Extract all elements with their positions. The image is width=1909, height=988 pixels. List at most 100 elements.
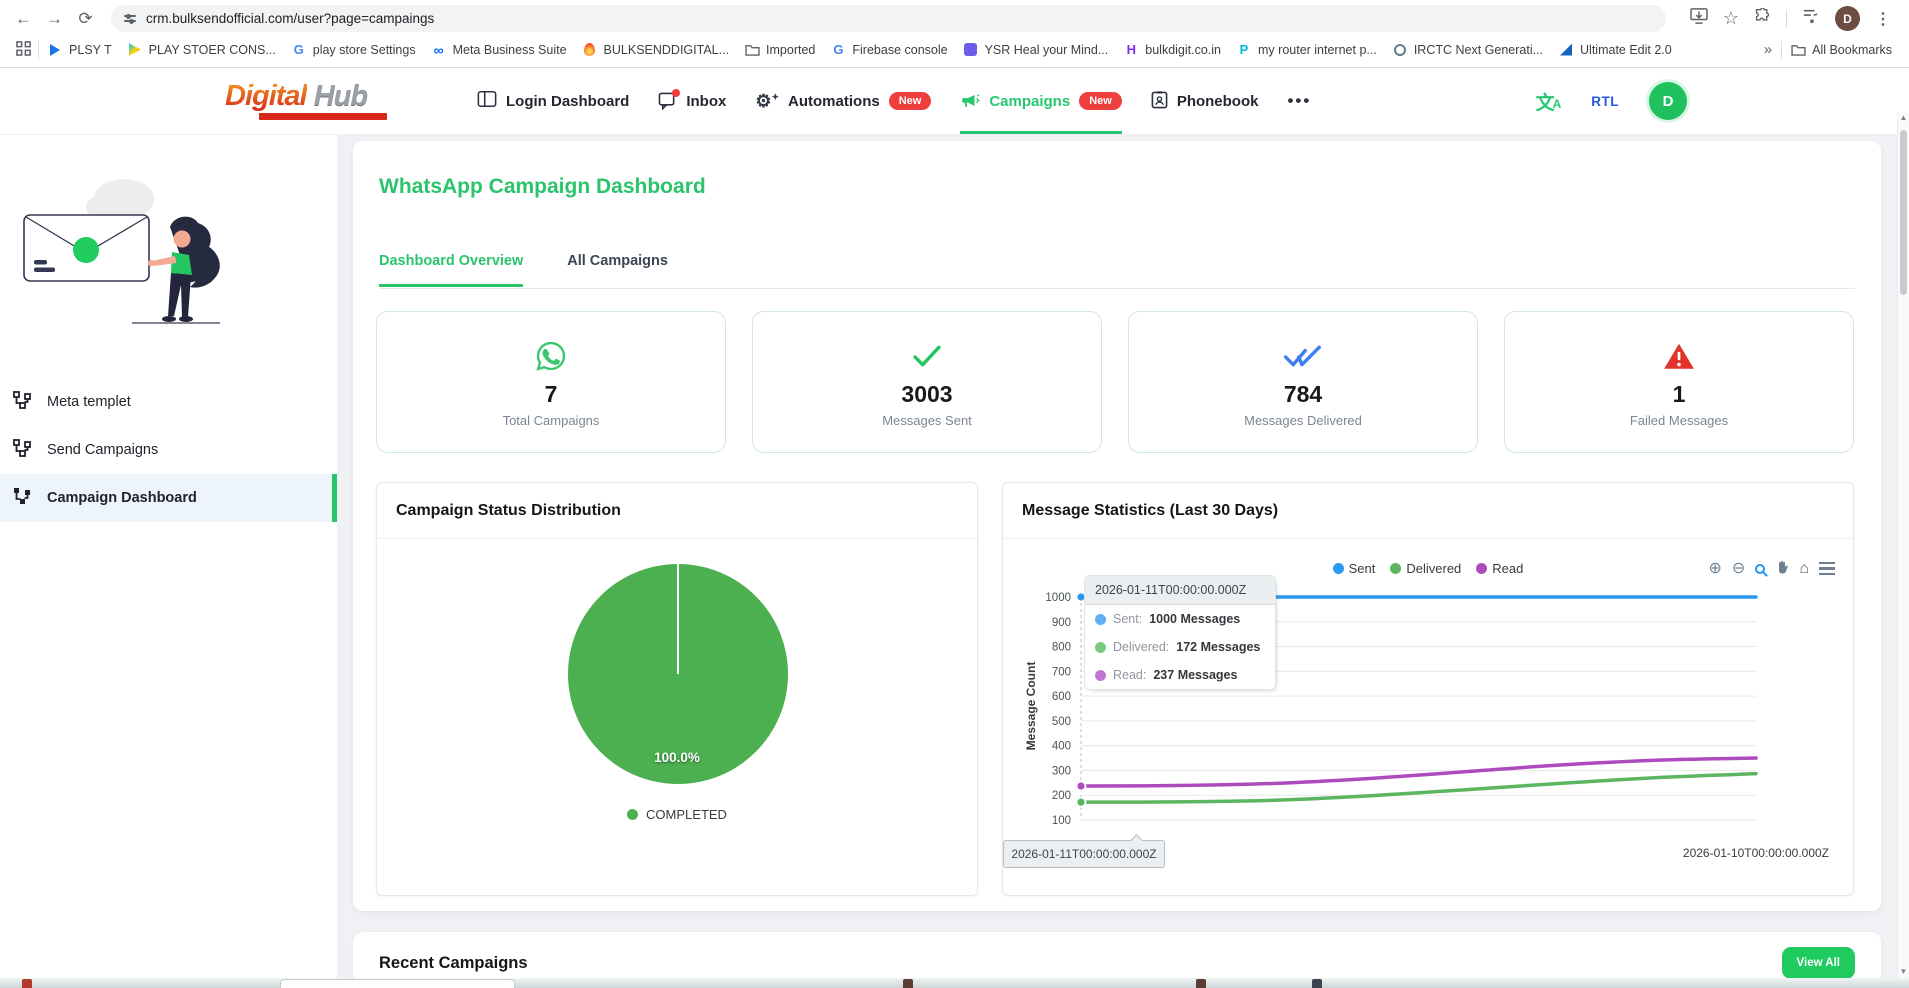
bookmark-star-icon[interactable]: ☆ xyxy=(1723,8,1739,29)
warning-icon xyxy=(1662,336,1696,376)
chart-toolbar: ⊕ ⊖ ⌂ xyxy=(1709,559,1835,578)
forward-icon[interactable]: → xyxy=(41,5,68,32)
dashboard-card: WhatsApp Campaign Dashboard Dashboard Ov… xyxy=(353,141,1881,911)
bookmark-item[interactable]: Gplay store Settings xyxy=(284,39,423,61)
sidebar-item-send-campaigns[interactable]: Send Campaigns xyxy=(0,426,337,474)
bookmark-item[interactable]: YSR Heal your Mind... xyxy=(956,39,1116,61)
pan-icon[interactable] xyxy=(1775,559,1789,578)
zoom-in-icon[interactable]: ⊕ xyxy=(1709,560,1722,577)
bookmark-item[interactable]: Hbulkdigit.co.in xyxy=(1116,39,1228,61)
inbox-icon xyxy=(658,89,681,110)
tab-all-campaigns[interactable]: All Campaigns xyxy=(567,253,668,287)
reload-icon[interactable]: ⟳ xyxy=(72,5,99,32)
zoom-out-icon[interactable]: ⊖ xyxy=(1732,560,1745,577)
taskbar-icon[interactable] xyxy=(1196,979,1206,988)
contact-card-icon xyxy=(1151,90,1168,113)
screen: ← → ⟳ crm.bulksendofficial.com/user?page… xyxy=(0,0,1909,988)
sitemap-icon xyxy=(12,390,32,414)
line-panel-title: Message Statistics (Last 30 Days) xyxy=(1003,483,1853,539)
view-all-button[interactable]: View All xyxy=(1781,947,1855,979)
header-controls: 文A RTL D xyxy=(1536,82,1687,120)
bookmark-item[interactable]: ∞ Meta Business Suite xyxy=(424,39,574,61)
chart-menu-icon[interactable] xyxy=(1819,561,1835,576)
bookmarks-overflow-chevron[interactable]: » xyxy=(1756,41,1780,58)
nav-login-dashboard[interactable]: Login Dashboard xyxy=(477,68,629,134)
nav-inbox[interactable]: Inbox xyxy=(658,68,726,134)
sidebar-menu: Meta templet Send Campaigns Campaign Das… xyxy=(0,378,337,522)
nav-phonebook[interactable]: Phonebook xyxy=(1151,68,1258,134)
svg-text:100: 100 xyxy=(1052,815,1071,827)
scroll-down-arrow[interactable]: ▼ xyxy=(1900,968,1908,976)
bookmark-item[interactable]: Pmy router internet p... xyxy=(1229,39,1384,61)
site-info-icon[interactable] xyxy=(124,13,136,24)
url-text: crm.bulksendofficial.com/user?page=campa… xyxy=(146,11,435,26)
new-badge: New xyxy=(1079,92,1122,110)
chart-tooltip: 2026-01-11T00:00:00.000Z Sent: 1000 Mess… xyxy=(1084,575,1276,690)
rtl-toggle[interactable]: RTL xyxy=(1591,94,1619,109)
nav-campaigns[interactable]: Campaigns New xyxy=(960,68,1122,134)
whatsapp-icon xyxy=(533,336,569,376)
bookmark-item[interactable]: Imported xyxy=(737,39,822,61)
bookmark-item[interactable]: Ultimate Edit 2.0 xyxy=(1551,39,1679,61)
tab-list-icon[interactable] xyxy=(1802,8,1820,29)
all-bookmarks[interactable]: All Bookmarks xyxy=(1783,39,1899,61)
svg-text:1000: 1000 xyxy=(1045,592,1071,604)
bookmark-item[interactable]: BULKSENDDIGITAL... xyxy=(575,39,737,61)
apps-grid-icon[interactable] xyxy=(10,40,37,59)
line-chart: Sent Delivered Read ⊕ ⊖ ⌂ Message Count … xyxy=(1003,539,1853,896)
main-nav: Login Dashboard Inbox ⚙✦ Automations New… xyxy=(477,68,1311,134)
url-bar[interactable]: crm.bulksendofficial.com/user?page=campa… xyxy=(111,5,1666,32)
nav-automations[interactable]: ⚙✦ Automations New xyxy=(755,68,932,134)
taskbar-icon[interactable] xyxy=(1312,979,1322,988)
pie-chart-panel: Campaign Status Distribution 100.0% COMP… xyxy=(376,482,978,896)
taskbar-icon[interactable] xyxy=(22,979,32,988)
svg-text:800: 800 xyxy=(1052,642,1071,654)
envelope-illustration xyxy=(23,179,220,324)
stat-cards: 7 Total Campaigns 3003 Messages Sent 784… xyxy=(376,311,1854,453)
taskbar-search-box[interactable] xyxy=(280,979,515,988)
scroll-thumb[interactable] xyxy=(1900,130,1907,295)
megaphone-icon xyxy=(960,90,980,113)
x-axis-label-right: 2026-01-10T00:00:00.000Z xyxy=(1682,846,1829,860)
sitemap-icon xyxy=(12,438,32,462)
selection-zoom-icon[interactable] xyxy=(1755,563,1766,574)
stat-label: Messages Delivered xyxy=(1244,413,1362,428)
nav-more-menu[interactable]: ••• xyxy=(1287,68,1311,134)
line-chart-panel: Message Statistics (Last 30 Days) Sent D… xyxy=(1002,482,1854,896)
stat-label: Failed Messages xyxy=(1629,413,1729,428)
legend-delivered[interactable]: Delivered xyxy=(1390,561,1461,576)
legend-read[interactable]: Read xyxy=(1476,561,1523,576)
home-reset-icon[interactable]: ⌂ xyxy=(1799,560,1809,577)
stat-label: Total Campaigns xyxy=(502,413,600,428)
bookmark-item[interactable]: IRCTC Next Generati... xyxy=(1385,39,1550,61)
back-icon[interactable]: ← xyxy=(10,5,37,32)
menu-kebab-icon[interactable]: ⋮ xyxy=(1875,9,1891,29)
svg-text:700: 700 xyxy=(1052,666,1071,678)
charts-row: Campaign Status Distribution 100.0% COMP… xyxy=(376,482,1854,896)
recent-campaigns-title: Recent Campaigns xyxy=(379,953,528,972)
sidebar-item-campaign-dashboard[interactable]: Campaign Dashboard xyxy=(0,474,337,522)
sidebar-item-meta-templet[interactable]: Meta templet xyxy=(0,378,337,426)
svg-text:600: 600 xyxy=(1052,691,1071,703)
new-badge: New xyxy=(888,92,932,110)
notification-dot xyxy=(672,89,681,97)
legend-sent[interactable]: Sent xyxy=(1332,561,1375,576)
translate-icon[interactable]: 文A xyxy=(1536,88,1562,115)
bookmark-item[interactable]: PLSY T xyxy=(40,39,119,61)
extensions-icon[interactable] xyxy=(1754,6,1771,30)
bookmark-item[interactable]: G Firebase console xyxy=(823,39,954,61)
pie-legend[interactable]: COMPLETED xyxy=(377,807,977,822)
user-avatar[interactable]: D xyxy=(1649,82,1687,120)
scroll-up-arrow[interactable]: ▲ xyxy=(1900,114,1908,122)
digital-hub-logo[interactable]: Digital Hub xyxy=(225,82,395,120)
meta-icon: ∞ xyxy=(433,41,444,58)
tab-dashboard-overview[interactable]: Dashboard Overview xyxy=(379,253,524,287)
taskbar-icon[interactable] xyxy=(903,979,913,988)
install-icon[interactable] xyxy=(1690,8,1708,29)
bookmark-item[interactable]: PLAY STOER CONS... xyxy=(120,39,283,61)
tooltip-header: 2026-01-11T00:00:00.000Z xyxy=(1085,576,1275,605)
more-dots-icon: ••• xyxy=(1287,91,1312,110)
browser-profile-avatar[interactable]: D xyxy=(1835,6,1860,31)
x-axis-tooltip: 2026-01-11T00:00:00.000Z xyxy=(1003,840,1165,868)
stat-value: 3003 xyxy=(901,381,953,407)
